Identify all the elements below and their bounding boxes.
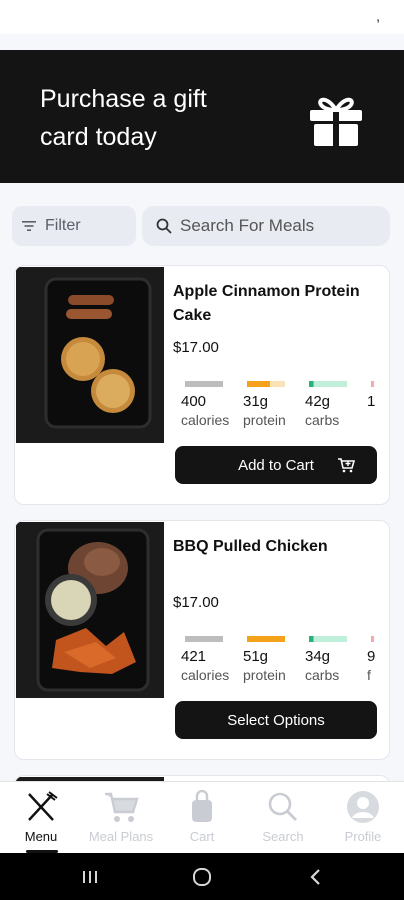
macro-bar (185, 636, 223, 642)
macro-value: 400 (181, 393, 207, 410)
search-input[interactable] (180, 214, 380, 238)
macro-unit: carbs (305, 412, 340, 428)
macro-unit: calories (181, 412, 230, 428)
macro-unit: calories (181, 667, 230, 683)
filter-button[interactable]: Filter (12, 206, 136, 246)
banner-title: Purchase a gift card today (40, 85, 207, 151)
macro-unit: f (367, 667, 371, 683)
nav-search[interactable]: Search (243, 790, 323, 846)
cart-icon (105, 792, 139, 822)
nav-label: Cart (189, 829, 215, 844)
gift-card-banner[interactable]: Purchase a gift card today (0, 50, 404, 183)
macro-list: 400 calories 31g protein 42g carbs 1 (181, 381, 389, 441)
macro-unit: carbs (305, 667, 340, 683)
macro-carbs: 42g carbs (305, 381, 365, 428)
macro-fat: 9 f (367, 636, 389, 683)
home-icon[interactable] (190, 865, 214, 889)
button-label: Select Options (227, 712, 325, 729)
fork-knife-icon (28, 791, 58, 821)
nav-profile[interactable]: Profile (323, 790, 403, 846)
cart-plus-icon (338, 458, 355, 473)
macro-bar (371, 636, 374, 642)
gift-icon (310, 97, 362, 146)
macro-bar (309, 381, 347, 387)
filter-label: Filter (45, 217, 81, 234)
system-nav-bar (0, 853, 404, 900)
macro-bar (371, 381, 374, 387)
nav-label: Meal Plans (88, 829, 154, 844)
macro-unit: protein (243, 667, 286, 683)
nav-menu[interactable]: Menu (1, 790, 81, 846)
recents-icon[interactable] (78, 865, 102, 889)
status-bar: , (0, 0, 404, 34)
search-icon (156, 218, 172, 234)
macro-protein: 51g protein (243, 636, 303, 683)
meal-name[interactable]: Apple Cinnamon Protein Cake (173, 280, 385, 328)
macro-bar (185, 381, 223, 387)
meal-image[interactable] (16, 267, 164, 443)
macro-value: 9 (367, 648, 376, 665)
macro-value: 421 (181, 648, 207, 665)
nav-label: Menu (24, 829, 58, 844)
macro-value: 42g (305, 393, 331, 410)
back-icon[interactable] (304, 865, 328, 889)
macro-carbs: 34g carbs (305, 636, 365, 683)
macro-value: 31g (243, 393, 269, 410)
macro-fat: 1 (367, 381, 389, 412)
search-box[interactable] (142, 206, 390, 246)
macro-list: 421 calories 51g protein 34g carbs 9 f (181, 636, 389, 696)
nav-label: Profile (344, 829, 382, 844)
macro-value: 51g (243, 648, 269, 665)
meal-name[interactable]: BBQ Pulled Chicken (173, 535, 385, 559)
macro-bar (247, 636, 285, 642)
bag-icon (192, 789, 212, 822)
nav-cart[interactable]: Cart (162, 789, 242, 846)
nav-meal-plans[interactable]: Meal Plans (81, 790, 161, 846)
bottom-nav: Menu Meal Plans Cart Search Profile (0, 781, 404, 853)
macro-protein: 31g protein (243, 381, 303, 428)
macro-unit: protein (243, 412, 286, 428)
status-indicator: , (376, 8, 380, 24)
search-icon (268, 792, 297, 821)
meal-price: $17.00 (173, 594, 219, 611)
profile-icon (347, 791, 379, 823)
meal-card[interactable]: Apple Cinnamon Protein Cake $17.00 400 c… (14, 265, 390, 505)
macro-bar (309, 636, 347, 642)
select-options-button[interactable]: Select Options (175, 701, 377, 739)
add-to-cart-button[interactable]: Add to Cart (175, 446, 377, 484)
meal-price: $17.00 (173, 339, 219, 356)
macro-value: 34g (305, 648, 331, 665)
macro-bar (247, 381, 285, 387)
meal-card[interactable]: BBQ Pulled Chicken $17.00 421 calories 5… (14, 520, 390, 760)
macro-value: 1 (367, 393, 376, 410)
macro-calories: 400 calories (181, 381, 241, 428)
nav-label: Search (262, 829, 304, 844)
meal-image[interactable] (16, 522, 164, 698)
filter-icon (22, 221, 36, 231)
macro-calories: 421 calories (181, 636, 241, 683)
